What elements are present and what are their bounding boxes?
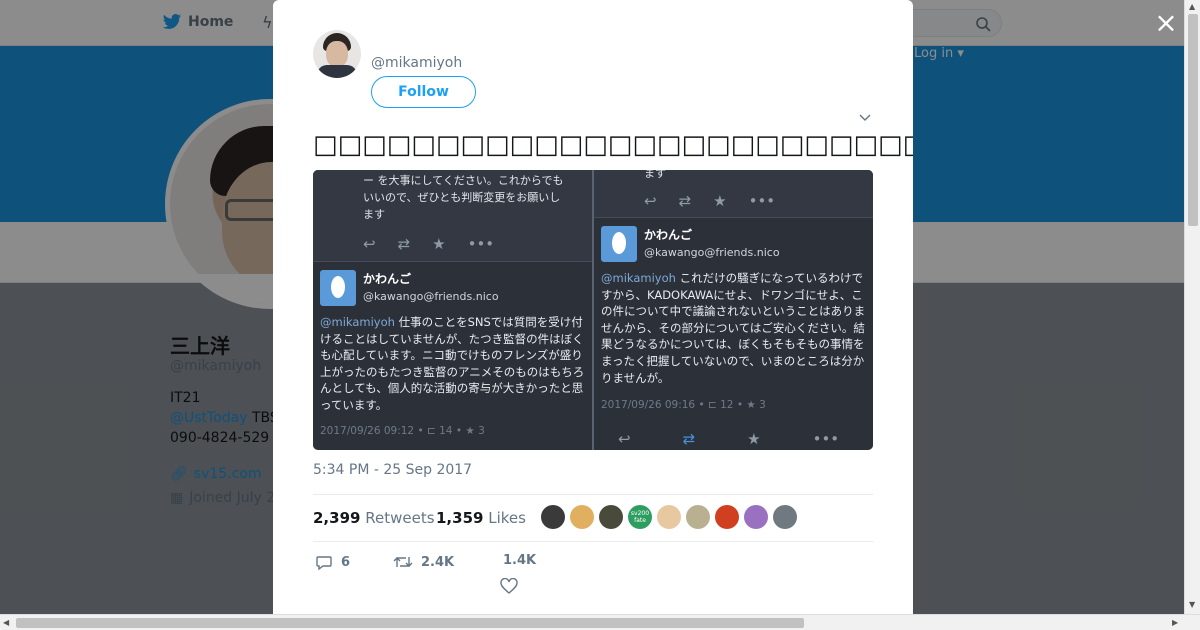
liker-avatar[interactable] (715, 505, 739, 529)
close-icon[interactable]: × (1154, 9, 1178, 37)
like-count-label: 1.4K (503, 553, 536, 568)
screenshot-user-handle: @kawango@friends.nico (644, 246, 780, 259)
screenshot-text: これだけの騒ぎになっているわけですから、KADOKAWAにせよ、ドワンゴにせよ、… (601, 271, 866, 385)
screenshot-user-name: かわんご (644, 228, 693, 242)
liker-avatar[interactable] (773, 505, 797, 529)
reply-icon: ↩︎ (618, 430, 631, 448)
retweet-icon: ⇄ (397, 235, 411, 253)
tweet-timestamp[interactable]: 5:34 PM - 25 Sep 2017 (313, 462, 472, 478)
reply-count: 6 (341, 554, 351, 570)
vertical-scrollbar[interactable]: ▲ ▼ (1184, 0, 1200, 614)
likes-stat[interactable]: 1,359 Likes (436, 509, 526, 527)
star-icon: ★ (713, 192, 727, 210)
scroll-up-arrow-icon[interactable]: ▲ (1189, 2, 1195, 11)
more-icon: ••• (748, 192, 776, 210)
media-image-right[interactable]: ます ↩︎ ⇄ ★ ••• かわんご @kawango@friends.nico… (594, 170, 873, 450)
egg-avatar (320, 270, 356, 306)
likes-label: Likes (488, 509, 526, 527)
tweet-stats: 2,399 Retweets 1,359 Likes sv200 fate (313, 494, 873, 542)
retweet-icon: ⇄ (678, 192, 692, 210)
liker-avatars: sv200 fate (541, 505, 797, 529)
liker-avatar[interactable] (657, 505, 681, 529)
screenshot-meta: 2017/09/26 09:12 • ⊏ 14 • ★ 3 (320, 425, 485, 437)
liker-avatar[interactable]: sv200 fate (628, 505, 652, 529)
screenshot-mention: @mikamiyoh (320, 315, 395, 329)
retweets-label: Retweets (365, 509, 435, 527)
screenshot-user-name: かわんご (363, 272, 412, 286)
tweet-actions: 6 2.4K 1.4K (313, 553, 873, 603)
reply-icon (316, 556, 332, 571)
screenshot-text: 仕事のことをSNSでは質問を受け付けることはしていませんが、たつき監督の件はぼく… (320, 315, 585, 412)
scrollbar-thumb[interactable] (16, 618, 804, 628)
reply-button[interactable]: 6 (315, 553, 350, 571)
egg-avatar (601, 226, 637, 262)
scroll-down-arrow-icon[interactable]: ▼ (1189, 600, 1195, 609)
retweets-count: 2,399 (313, 509, 361, 527)
cut-text: ー を大事にしてください。これからでも いいので、ぜひとも判断変更をお願いし ま… (363, 174, 564, 221)
screenshot-actions: ↩︎ ⇄ ★ ••• (363, 235, 494, 253)
star-icon: ★ (432, 235, 446, 253)
retweet-icon: ⇄ (682, 430, 696, 448)
author-handle[interactable]: @mikamiyoh (371, 55, 462, 71)
screenshot-meta: 2017/09/26 09:16 • ⊏ 12 • ★ 3 (601, 399, 766, 411)
screenshot-actions: ↩︎ ⇄ ★ ••• (644, 192, 775, 210)
reply-icon: ↩︎ (644, 192, 657, 210)
follow-button[interactable]: Follow (371, 76, 476, 108)
screenshot-body: @mikamiyoh これだけの騒ぎになっているわけですから、KADOKAWAに… (601, 270, 867, 386)
tweet-modal: @mikamiyoh Follow □□□□□□□□□□□□□□□□□□□□□□… (273, 0, 913, 614)
retweet-icon (393, 557, 413, 567)
retweets-stat[interactable]: 2,399 Retweets (313, 509, 435, 527)
tweet-text: □□□□□□□□□□□□□□□□□□□□□□□□□□□□□□□□□□□□□□□□… (313, 130, 913, 160)
screenshot-body: @mikamiyoh 仕事のことをSNSでは質問を受け付けることはしていませんが… (320, 314, 586, 414)
screenshot-actions-bottom: ↩︎ ⇄ ★ ••• (618, 430, 839, 448)
chevron-down-icon[interactable] (858, 110, 872, 124)
scroll-right-arrow-icon[interactable]: ▶ (1172, 618, 1178, 627)
liker-avatar[interactable] (570, 505, 594, 529)
reply-icon: ↩︎ (363, 235, 376, 253)
cut-text: ます (644, 170, 666, 180)
star-icon: ★ (747, 430, 761, 448)
media-image-left[interactable]: ー を大事にしてください。これからでも いいので、ぜひとも判断変更をお願いし ま… (313, 170, 592, 450)
liker-avatar[interactable] (686, 505, 710, 529)
more-icon: ••• (467, 235, 495, 253)
horizontal-scrollbar[interactable]: ◀ ▶ (0, 614, 1200, 630)
liker-avatar[interactable] (599, 505, 623, 529)
screenshot-mention: @mikamiyoh (601, 271, 676, 285)
scroll-left-arrow-icon[interactable]: ◀ (3, 618, 9, 627)
more-icon: ••• (812, 430, 840, 448)
tweet-media[interactable]: ー を大事にしてください。これからでも いいので、ぜひとも判断変更をお願いし ま… (313, 170, 873, 450)
likes-count: 1,359 (436, 509, 484, 527)
heart-icon[interactable] (500, 578, 518, 594)
retweet-count: 2.4K (421, 554, 455, 570)
screenshot-user-handle: @kawango@friends.nico (363, 290, 499, 303)
scrollbar-thumb[interactable] (1188, 14, 1198, 226)
liker-avatar[interactable] (744, 505, 768, 529)
liker-avatar[interactable] (541, 505, 565, 529)
like-count: 1.4K (503, 553, 537, 568)
author-avatar[interactable] (313, 30, 361, 78)
retweet-button[interactable]: 2.4K (393, 553, 454, 571)
